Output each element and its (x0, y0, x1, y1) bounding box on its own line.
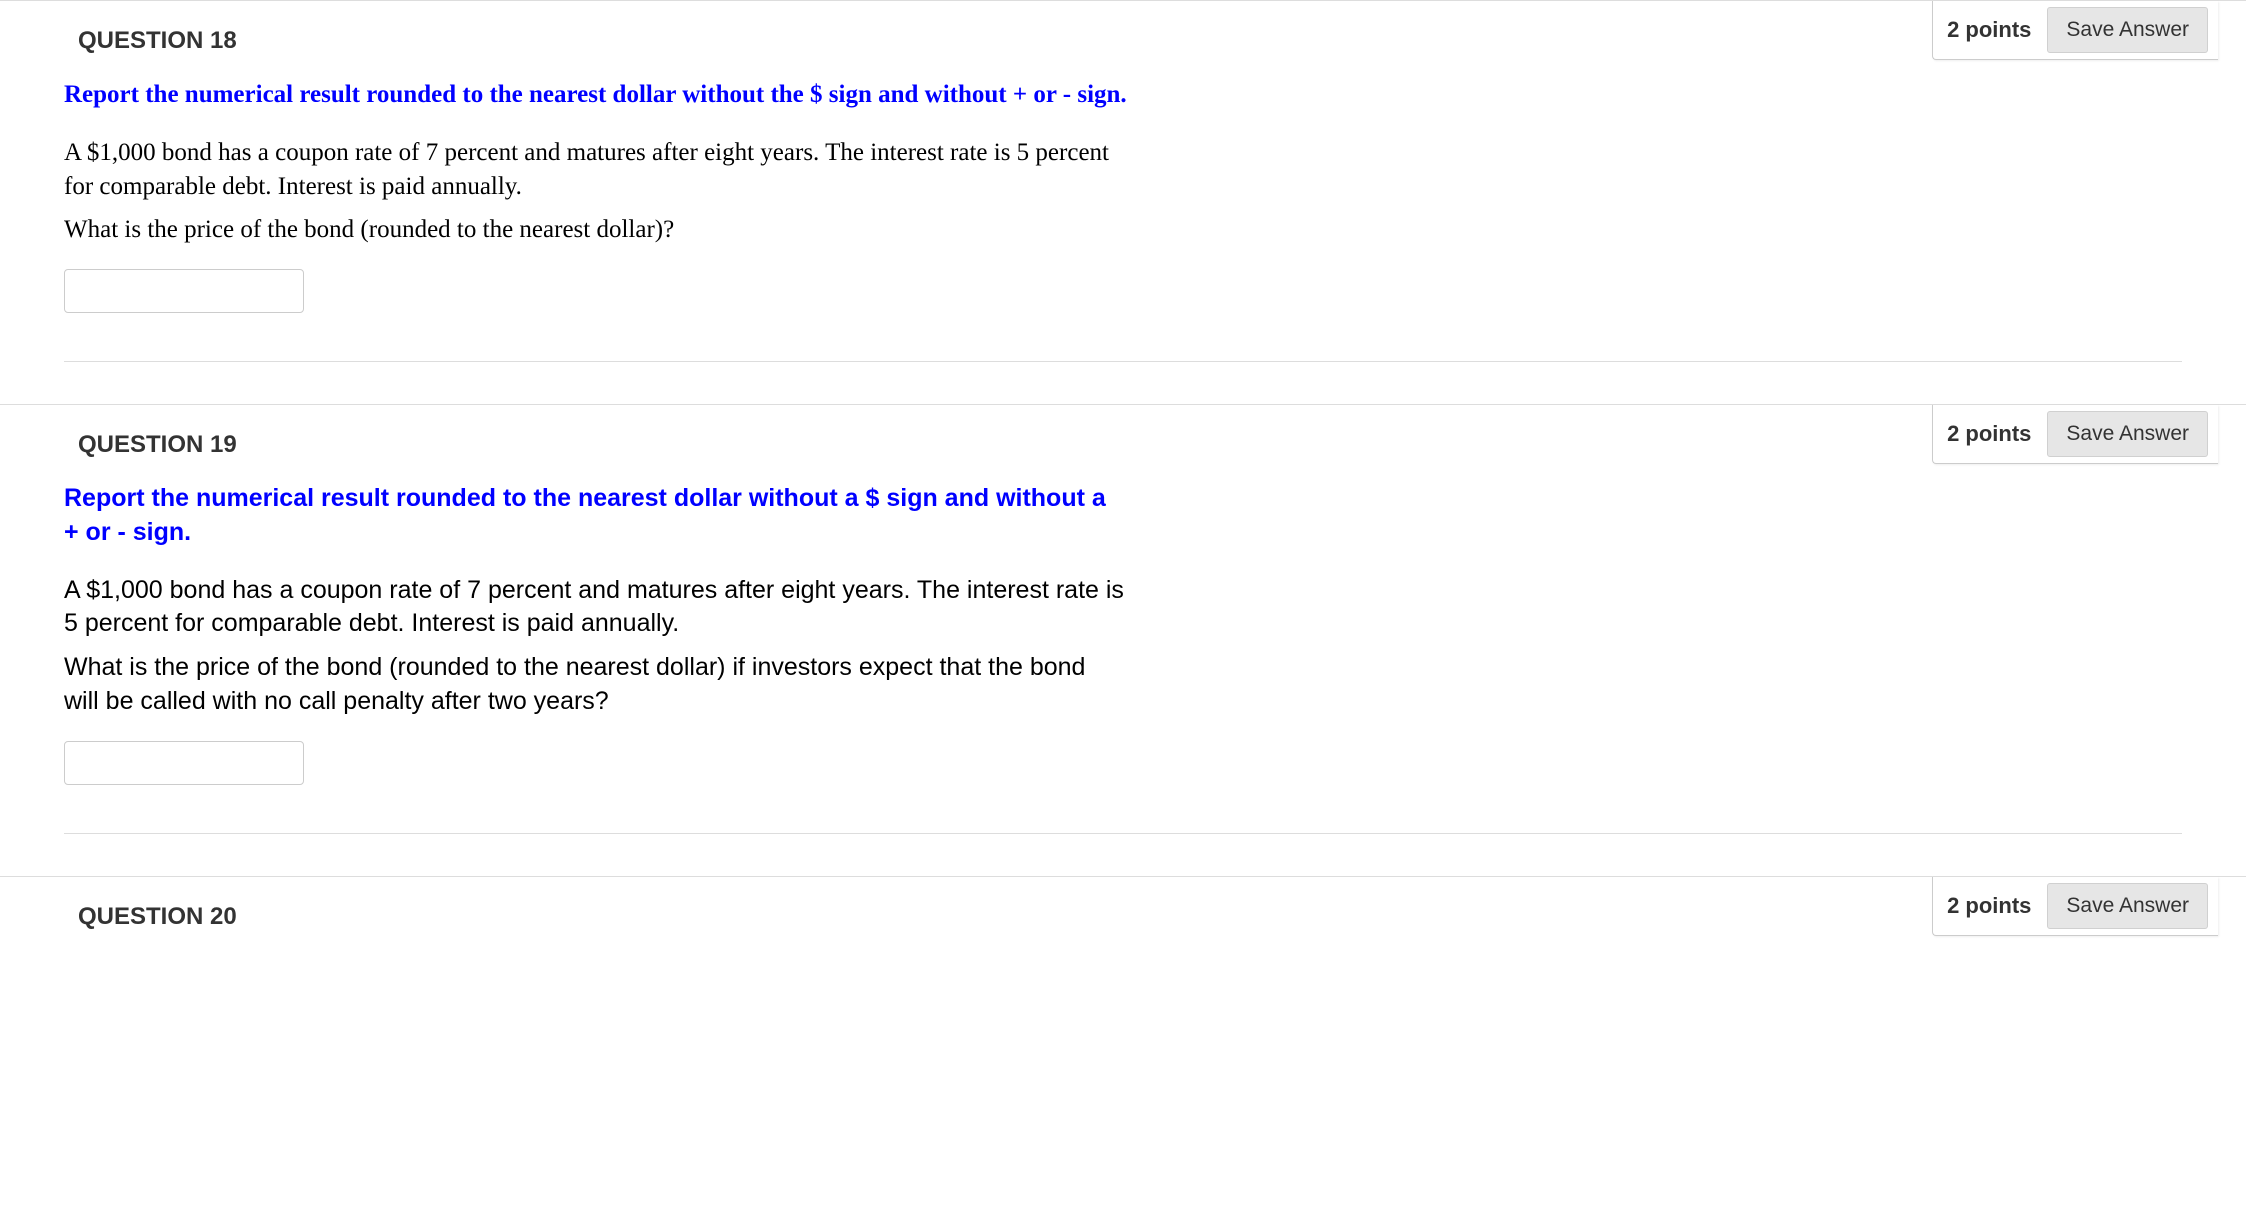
question-title: QUESTION 20 (78, 877, 237, 933)
points-label: 2 points (1947, 15, 2031, 45)
question-header: QUESTION 20 2 points Save Answer (0, 877, 2246, 936)
question-body: Report the numerical result rounded to t… (0, 60, 1680, 313)
question-block-18: QUESTION 18 2 points Save Answer Report … (0, 0, 2246, 380)
question-title: QUESTION 18 (78, 1, 237, 57)
save-answer-button[interactable]: Save Answer (2047, 883, 2208, 929)
save-answer-button[interactable]: Save Answer (2047, 411, 2208, 457)
spacer (0, 852, 2246, 876)
answer-input[interactable] (64, 269, 304, 313)
question-divider (64, 361, 2182, 362)
question-header: QUESTION 18 2 points Save Answer (0, 1, 2246, 60)
question-body: Report the numerical result rounded to t… (0, 464, 1680, 785)
question-block-20: QUESTION 20 2 points Save Answer (0, 876, 2246, 944)
points-label: 2 points (1947, 891, 2031, 921)
question-header: QUESTION 19 2 points Save Answer (0, 405, 2246, 464)
question-header-right: 2 points Save Answer (1932, 877, 2218, 936)
question-text: A $1,000 bond has a coupon rate of 7 per… (64, 574, 1124, 642)
question-prompt: What is the price of the bond (rounded t… (64, 651, 1124, 719)
question-instruction: Report the numerical result rounded to t… (64, 78, 1602, 112)
question-divider (64, 833, 2182, 834)
question-prompt: What is the price of the bond (rounded t… (64, 213, 1124, 247)
question-block-19: QUESTION 19 2 points Save Answer Report … (0, 404, 2246, 852)
question-text: A $1,000 bond has a coupon rate of 7 per… (64, 136, 1124, 204)
question-instruction: Report the numerical result rounded to t… (64, 482, 1124, 550)
spacer (0, 380, 2246, 404)
save-answer-button[interactable]: Save Answer (2047, 7, 2208, 53)
answer-input[interactable] (64, 741, 304, 785)
question-header-right: 2 points Save Answer (1932, 1, 2218, 60)
points-label: 2 points (1947, 419, 2031, 449)
question-header-right: 2 points Save Answer (1932, 405, 2218, 464)
question-title: QUESTION 19 (78, 405, 237, 461)
